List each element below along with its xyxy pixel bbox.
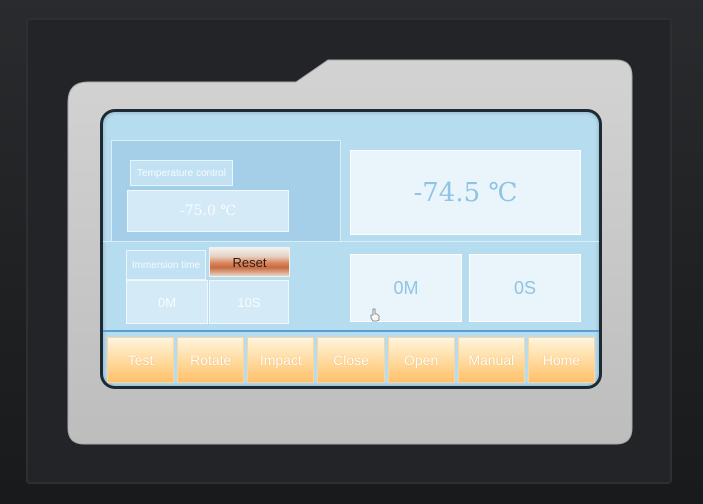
temperature-control-label-text: Temperature control [137,167,226,179]
nav-impact-button[interactable]: Impact [247,337,315,383]
hand-cursor-icon [370,308,380,322]
nav-bar: Test Rotate Impact Close Open Manual Hom… [107,336,595,383]
immersion-time-label-text: Immersion time [131,259,201,271]
touch-screen: Temperature control -75.0 ℃ -74.5 ℃ Imme… [103,112,599,386]
immersion-seconds-field[interactable]: 10S [209,280,289,324]
temperature-setpoint-field[interactable]: -75.0 ℃ [127,190,289,232]
immersion-minutes-value: 0M [157,294,177,310]
immersion-time-label: Immersion time [126,250,206,280]
nav-manual-button[interactable]: Manual [457,337,525,383]
elapsed-seconds-value: 0S [513,277,537,298]
nav-rotate-button[interactable]: Rotate [177,337,245,383]
nav-rotate-label: Rotate [190,352,232,368]
nav-divider [103,330,599,332]
reset-button[interactable]: Reset [209,247,290,277]
current-temperature-value: -74.5 ℃ [413,177,518,208]
nav-home-button[interactable]: Home [527,337,595,383]
immersion-minutes-field[interactable]: 0M [126,280,208,324]
elapsed-seconds-display: 0S [469,254,581,322]
nav-home-label: Home [542,352,581,368]
elapsed-minutes-value: 0M [393,277,419,298]
nav-open-label: Open [404,352,439,368]
reset-button-label: Reset [232,254,267,270]
nav-manual-label: Manual [468,352,515,368]
nav-open-button[interactable]: Open [387,337,455,383]
section-divider [103,241,599,242]
current-temperature-display: -74.5 ℃ [350,150,581,235]
temperature-setpoint-value: -75.0 ℃ [179,203,236,219]
nav-close-button[interactable]: Close [317,337,385,383]
elapsed-minutes-display: 0M [350,254,462,322]
immersion-seconds-value: 10S [237,294,261,310]
nav-impact-label: Impact [259,352,302,368]
nav-test-button[interactable]: Test [107,337,175,383]
nav-close-label: Close [333,352,369,368]
temperature-control-label: Temperature control [130,160,233,186]
nav-test-label: Test [127,352,154,368]
